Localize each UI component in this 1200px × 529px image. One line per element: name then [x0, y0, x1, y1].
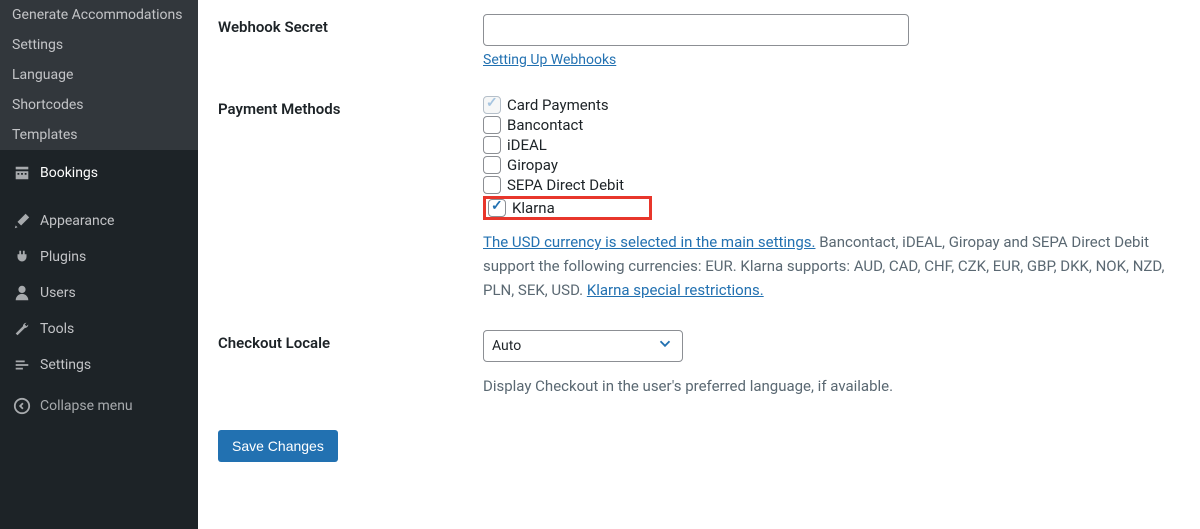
sidebar-item-label: Generate Accommodations — [12, 7, 182, 23]
webhook-help-link[interactable]: Setting Up Webhooks — [483, 52, 616, 68]
checkbox-bancontact[interactable] — [483, 116, 501, 134]
klarna-highlight: Klarna — [483, 196, 652, 220]
admin-sidebar: Generate Accommodations Settings Languag… — [0, 0, 198, 529]
checkbox-label: iDEAL — [507, 136, 547, 154]
webhook-secret-row: Webhook Secret Setting Up Webhooks — [218, 0, 1180, 82]
settings-content: Webhook Secret Setting Up Webhooks Payme… — [198, 0, 1200, 529]
payment-option-giropay: Giropay — [483, 156, 1180, 174]
payment-methods-row: Payment Methods Card Payments Bancontact… — [218, 82, 1180, 316]
payment-option-sepa: SEPA Direct Debit — [483, 176, 1180, 194]
payment-methods-label: Payment Methods — [218, 96, 483, 302]
checkout-locale-help: Display Checkout in the user's preferred… — [483, 374, 1180, 398]
chevron-down-icon — [656, 335, 674, 357]
payment-option-ideal: iDEAL — [483, 136, 1180, 154]
webhook-secret-label: Webhook Secret — [218, 14, 483, 68]
checkbox-label: Card Payments — [507, 96, 609, 114]
sidebar-item-shortcodes[interactable]: Shortcodes — [0, 90, 198, 120]
sidebar-item-label: Shortcodes — [12, 97, 84, 113]
sidebar-item-bookings[interactable]: Bookings — [0, 155, 198, 191]
sidebar-item-label: Collapse menu — [40, 398, 133, 414]
sliders-icon — [12, 355, 32, 375]
sidebar-item-users[interactable]: Users — [0, 275, 198, 311]
sidebar-item-label: Appearance — [40, 213, 114, 229]
sidebar-item-label: Settings — [12, 37, 63, 53]
sidebar-item-label: Users — [40, 285, 76, 301]
calendar-icon — [12, 163, 32, 183]
sidebar-item-templates[interactable]: Templates — [0, 120, 198, 150]
sidebar-item-label: Settings — [40, 357, 91, 373]
sidebar-item-settings[interactable]: Settings — [0, 347, 198, 383]
checkout-locale-select[interactable]: Auto — [483, 330, 683, 362]
sidebar-item-tools[interactable]: Tools — [0, 311, 198, 347]
sidebar-item-generate-accommodations[interactable]: Generate Accommodations — [0, 0, 198, 30]
collapse-menu-button[interactable]: Collapse menu — [0, 388, 198, 424]
checkbox-giropay[interactable] — [483, 156, 501, 174]
checkbox-card-payments — [483, 96, 501, 114]
currency-settings-link[interactable]: The USD currency is selected in the main… — [483, 233, 815, 251]
checkout-locale-row: Checkout Locale Auto Display Checkout in… — [218, 316, 1180, 412]
select-value: Auto — [492, 338, 521, 354]
sidebar-item-label: Language — [12, 67, 73, 83]
sidebar-item-label: Bookings — [40, 165, 98, 181]
checkbox-label: Bancontact — [507, 116, 583, 134]
sidebar-item-language[interactable]: Language — [0, 60, 198, 90]
collapse-icon — [12, 396, 32, 416]
sidebar-item-label: Templates — [12, 127, 78, 143]
sidebar-item-label: Plugins — [40, 249, 86, 265]
sidebar-item-plugins[interactable]: Plugins — [0, 239, 198, 275]
plug-icon — [12, 247, 32, 267]
payment-option-klarna: Klarna — [483, 196, 1180, 220]
checkbox-ideal[interactable] — [483, 136, 501, 154]
wrench-icon — [12, 319, 32, 339]
checkout-locale-label: Checkout Locale — [218, 330, 483, 398]
save-changes-button[interactable]: Save Changes — [218, 430, 338, 462]
user-icon — [12, 283, 32, 303]
payment-methods-description: The USD currency is selected in the main… — [483, 230, 1180, 302]
payment-option-card: Card Payments — [483, 96, 1180, 114]
sidebar-item-settings-sub[interactable]: Settings — [0, 30, 198, 60]
sidebar-item-label: Tools — [40, 321, 74, 337]
webhook-secret-input[interactable] — [483, 14, 909, 46]
sidebar-item-appearance[interactable]: Appearance — [0, 203, 198, 239]
checkbox-sepa[interactable] — [483, 176, 501, 194]
checkbox-label: Klarna — [512, 199, 645, 217]
checkbox-label: SEPA Direct Debit — [507, 176, 624, 194]
brush-icon — [12, 211, 32, 231]
checkbox-label: Giropay — [507, 156, 558, 174]
checkbox-klarna[interactable] — [488, 199, 506, 217]
klarna-restrictions-link[interactable]: Klarna special restrictions. — [587, 281, 764, 299]
payment-option-bancontact: Bancontact — [483, 116, 1180, 134]
